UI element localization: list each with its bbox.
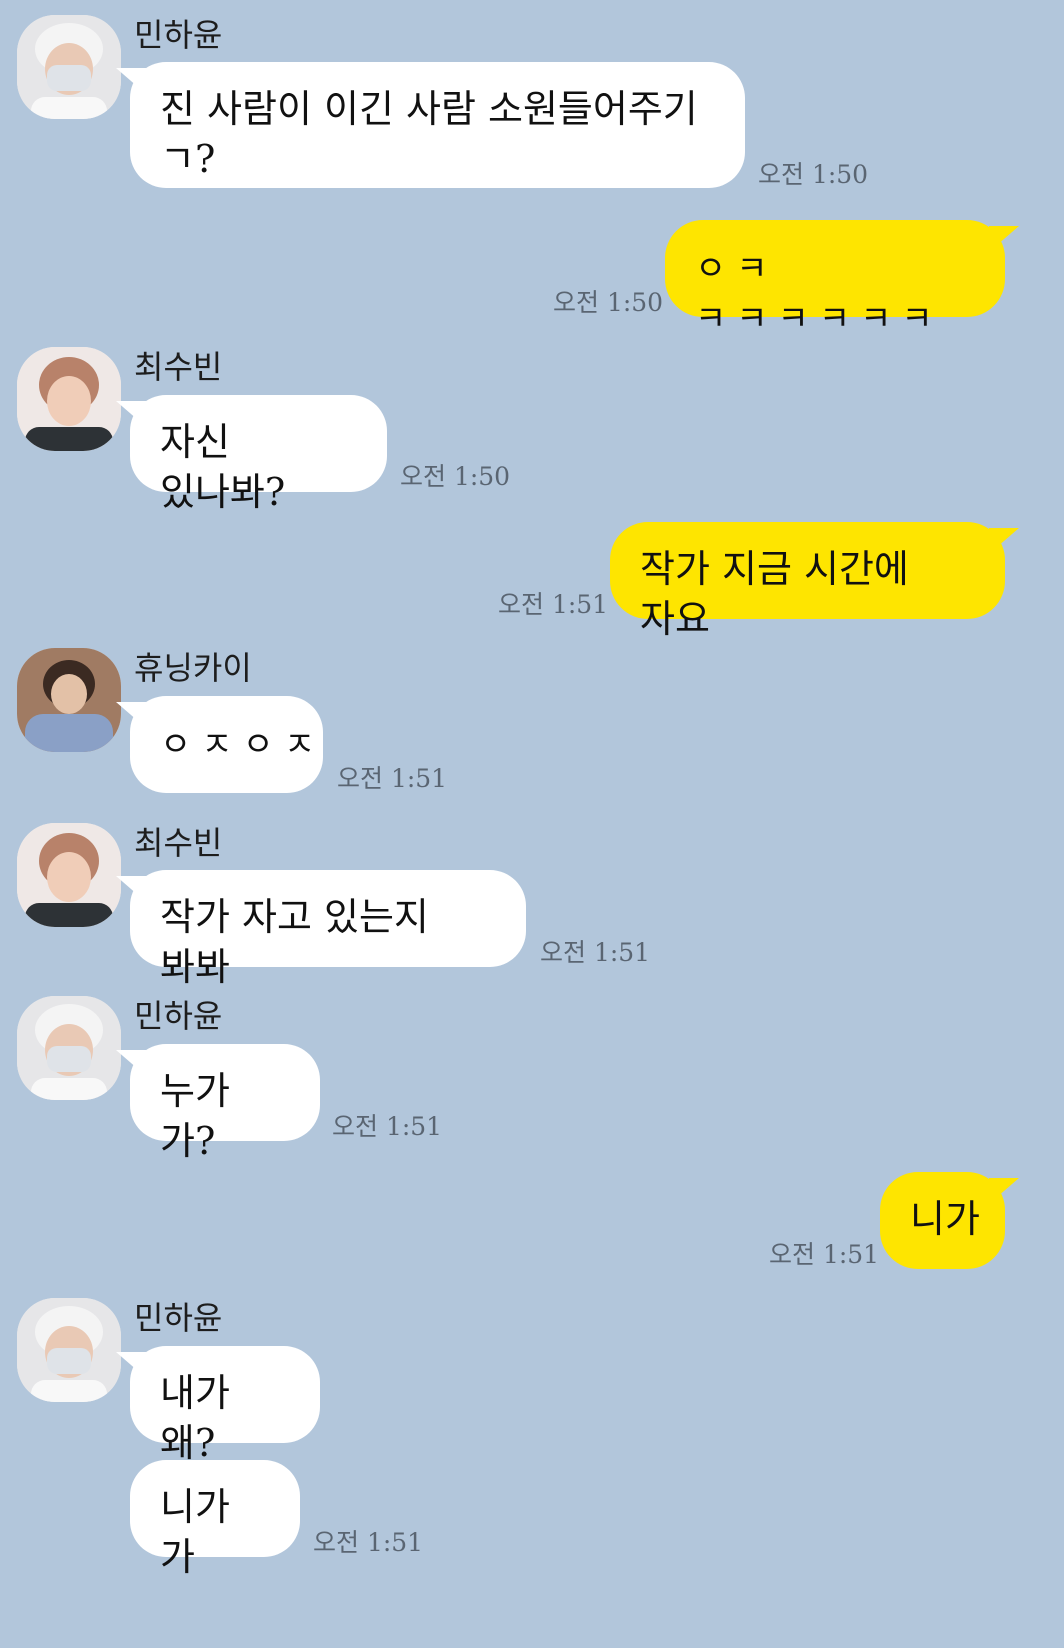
avatar-hueningkai-image [17,648,121,752]
timestamp: 오전 1:50 [400,462,511,491]
sender-name: 최수빈 [134,824,223,862]
message-bubble[interactable]: 누가 가? [130,1044,320,1163]
avatar-minhayun[interactable] [17,1298,121,1402]
chat-area[interactable]: 민하윤 진 사람이 이긴 사람 소원들어주기 ㄱ? 오전 1:50 오전 1:5… [0,0,1064,1648]
avatar-minhayun[interactable] [17,15,121,119]
sender-name: 민하윤 [134,997,223,1035]
message-bubble[interactable]: 작가 자고 있는지 봐봐 [130,870,526,989]
avatar-minhayun-image [17,15,121,119]
timestamp: 오전 1:51 [498,590,609,619]
timestamp: 오전 1:51 [332,1112,443,1141]
message-bubble[interactable]: ㅇㅈㅇㅈ [130,696,323,793]
avatar-minhayun-image [17,996,121,1100]
message-bubble[interactable]: 자신 있나봐? [130,395,387,514]
avatar-choisubin[interactable] [17,823,121,927]
message-bubble[interactable]: 니가 [880,1172,1005,1269]
avatar-choisubin-image [17,823,121,927]
timestamp: 오전 1:51 [540,938,651,967]
message-bubble[interactable]: ㅇㅋ ㅋㅋㅋㅋㅋㅋ [665,220,1005,339]
sender-name: 휴닝카이 [134,649,252,687]
sender-name: 최수빈 [134,348,223,386]
avatar-choisubin-image [17,347,121,451]
message-bubble[interactable]: 니가 가 [130,1460,300,1579]
message-bubble[interactable]: 작가 지금 시간에 자요 [610,522,1005,641]
timestamp: 오전 1:50 [553,288,664,317]
timestamp: 오전 1:51 [337,764,448,793]
avatar-minhayun-image [17,1298,121,1402]
message-bubble[interactable]: 진 사람이 이긴 사람 소원들어주기 ㄱ? [130,62,745,188]
timestamp: 오전 1:51 [313,1528,424,1557]
avatar-choisubin[interactable] [17,347,121,451]
avatar-minhayun[interactable] [17,996,121,1100]
timestamp: 오전 1:51 [769,1240,880,1269]
sender-name: 민하윤 [134,16,223,54]
avatar-hueningkai[interactable] [17,648,121,752]
sender-name: 민하윤 [134,1299,223,1337]
message-bubble[interactable]: 내가 왜? [130,1346,320,1465]
timestamp: 오전 1:50 [758,160,869,189]
